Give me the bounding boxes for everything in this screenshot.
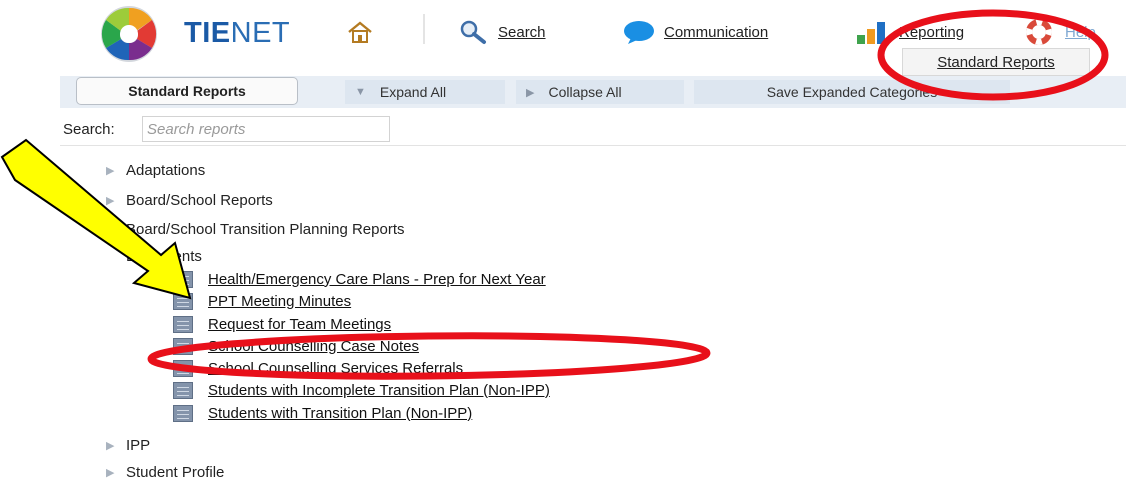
report-label: Request for Team Meetings (208, 315, 392, 333)
report-label: Students with Transition Plan (Non-IPP) (208, 404, 473, 422)
report-link-counselling-case-notes[interactable]: School Counselling Case Notes (173, 335, 419, 357)
expand-arrow-icon: ▶ (106, 164, 115, 177)
report-link-incomplete-transition-plan[interactable]: Students with Incomplete Transition Plan… (173, 379, 550, 401)
report-link-health-emergency[interactable]: Health/Emergency Care Plans - Prep for N… (173, 268, 546, 290)
report-link-transition-plan[interactable]: Students with Transition Plan (Non-IPP) (173, 402, 472, 424)
nav-divider (423, 14, 425, 44)
category-label: Student Profile (126, 463, 225, 481)
report-label: Health/Emergency Care Plans - Prep for N… (208, 270, 546, 288)
report-link-counselling-referrals[interactable]: School Counselling Services Referrals (173, 357, 463, 379)
save-expanded-categories-button[interactable]: Save Expanded Categories (694, 80, 1010, 104)
category-label: Documents (126, 247, 202, 265)
report-label: Students with Incomplete Transition Plan… (208, 381, 550, 399)
report-document-icon (173, 404, 193, 422)
nav-communication-link[interactable]: Communication (622, 18, 768, 46)
nav-communication-label: Communication (664, 23, 769, 41)
report-link-ppt-minutes[interactable]: PPT Meeting Minutes (173, 290, 351, 312)
report-link-request-team-meetings[interactable]: Request for Team Meetings (173, 313, 391, 335)
category-board-school-transition-planning[interactable]: Board/School Transition Planning Reports (106, 218, 405, 240)
divider (60, 145, 1126, 146)
report-label: School Counselling Case Notes (208, 337, 419, 355)
report-label: PPT Meeting Minutes (208, 292, 352, 310)
expand-arrow-icon: ▶ (106, 439, 115, 452)
bar-chart-icon (857, 22, 885, 44)
report-document-icon (173, 270, 193, 288)
category-student-profile[interactable]: ▶ Student Profile (106, 461, 224, 481)
category-label: Board/School Reports (126, 191, 273, 209)
expand-arrow-icon: ▶ (106, 466, 115, 479)
collapse-all-label: Collapse All (548, 84, 622, 100)
tienet-logo (101, 6, 157, 62)
expand-all-label: Expand All (379, 84, 447, 100)
nav-help-link[interactable]: Help (1023, 18, 1096, 46)
app-title-part2: NET (230, 17, 291, 49)
nav-help-label: Help (1065, 23, 1096, 41)
dropdown-item-label: Standard Reports (937, 53, 1055, 71)
speech-bubble-icon (624, 21, 654, 44)
search-label: Search: (63, 121, 115, 138)
triangle-down-icon: ▼ (355, 86, 366, 98)
triangle-right-icon: ▶ (526, 86, 535, 99)
report-document-icon (173, 292, 193, 310)
magnifier-icon (460, 20, 486, 44)
report-document-icon (173, 337, 193, 355)
report-document-icon (173, 381, 193, 399)
report-document-icon (173, 315, 193, 333)
report-document-icon (173, 359, 193, 377)
app-title: TIENET (184, 17, 290, 50)
category-adaptations[interactable]: ▶ Adaptations (106, 159, 205, 181)
expand-arrow-icon: ▶ (106, 194, 115, 207)
category-label: Board/School Transition Planning Reports (126, 220, 405, 238)
category-board-school-reports[interactable]: ▶ Board/School Reports (106, 189, 273, 211)
standard-reports-button[interactable]: Standard Reports (76, 77, 298, 105)
nav-search-label: Search (498, 23, 546, 41)
nav-search-link[interactable]: Search (458, 18, 546, 46)
top-navigation: TIENET Search Communication Reporting He… (0, 0, 1126, 76)
collapse-all-button[interactable]: ▶ Collapse All (516, 80, 684, 104)
report-label: School Counselling Services Referrals (208, 359, 464, 377)
app-title-part1: TIE (184, 17, 231, 49)
lifebuoy-icon (1026, 19, 1052, 45)
category-label: IPP (126, 436, 151, 454)
reporting-dropdown-standard-reports[interactable]: Standard Reports (902, 48, 1090, 76)
search-reports-input[interactable] (142, 116, 390, 142)
home-icon[interactable] (347, 20, 373, 44)
category-ipp[interactable]: ▶ IPP (106, 434, 150, 456)
category-label: Adaptations (126, 161, 206, 179)
nav-reporting-label: Reporting (899, 23, 965, 41)
nav-reporting-link[interactable]: Reporting (855, 18, 964, 46)
expand-all-button[interactable]: ▼ Expand All (345, 80, 505, 104)
category-documents[interactable]: Documents (106, 245, 202, 267)
